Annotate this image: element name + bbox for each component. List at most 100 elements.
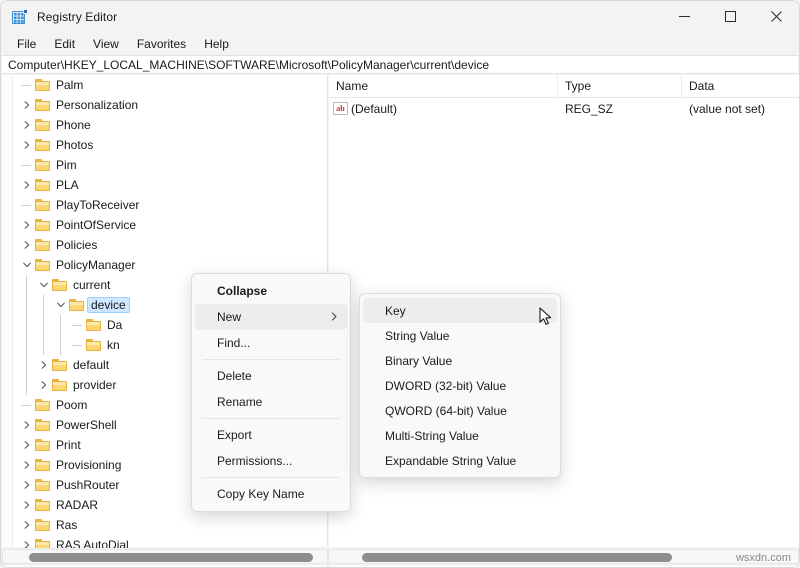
close-icon[interactable] xyxy=(753,1,799,32)
submenu-item-dword-32-bit-value[interactable]: DWORD (32-bit) Value xyxy=(363,373,557,398)
tree-item-phone[interactable]: Phone xyxy=(13,115,327,135)
chevron-right-icon[interactable] xyxy=(19,215,35,235)
values-horizontal-scrollbar[interactable] xyxy=(328,549,799,564)
tree-item-label: PLA xyxy=(56,178,79,192)
tree-item-label: PointOfService xyxy=(56,218,137,232)
context-menu-item-rename[interactable]: Rename xyxy=(195,389,347,415)
context-menu-item-delete[interactable]: Delete xyxy=(195,363,347,389)
chevron-down-icon[interactable] xyxy=(36,275,52,295)
chevron-right-icon[interactable] xyxy=(19,235,35,255)
folder-icon xyxy=(35,418,51,432)
submenu-item-string-value[interactable]: String Value xyxy=(363,323,557,348)
chevron-right-icon[interactable] xyxy=(19,415,35,435)
folder-icon xyxy=(35,98,51,112)
chevron-right-icon[interactable] xyxy=(36,375,52,395)
maximize-icon[interactable] xyxy=(707,1,753,32)
chevron-right-icon[interactable] xyxy=(19,475,35,495)
menu-item-favorites[interactable]: Favorites xyxy=(128,35,195,53)
registry-icon xyxy=(12,8,28,25)
tree-item-label: PolicyManager xyxy=(56,258,136,272)
tree-item-label: provider xyxy=(73,378,117,392)
tree-item-label: Print xyxy=(56,438,81,452)
chevron-right-icon[interactable] xyxy=(19,435,35,455)
chevron-right-icon[interactable] xyxy=(19,495,35,515)
context-menu-separator xyxy=(202,418,340,419)
watermark: wsxdn.com xyxy=(735,552,791,564)
tree-item-label: Da xyxy=(107,318,123,332)
menu-item-file[interactable]: File xyxy=(8,35,45,53)
chevron-right-icon[interactable] xyxy=(19,135,35,155)
tree-item-label: Palm xyxy=(56,78,84,92)
chevron-right-icon[interactable] xyxy=(19,515,35,535)
tree-item-pointofservice[interactable]: PointOfService xyxy=(13,215,327,235)
menu-item-view[interactable]: View xyxy=(84,35,128,53)
context-menu-item-label: Find... xyxy=(217,336,251,350)
tree-guide-line xyxy=(26,335,27,355)
menu-item-edit[interactable]: Edit xyxy=(45,35,84,53)
tree-guide-line xyxy=(60,335,61,355)
tree-item-policies[interactable]: Policies xyxy=(13,235,327,255)
tree-horizontal-scrollbar[interactable] xyxy=(2,549,328,564)
context-menu-item-collapse[interactable]: Collapse xyxy=(195,278,347,304)
tree-guide-line xyxy=(26,295,27,315)
column-header-type[interactable]: Type xyxy=(558,75,682,97)
tree-item-policymanager[interactable]: PolicyManager xyxy=(13,255,327,275)
menu-item-help[interactable]: Help xyxy=(195,35,238,53)
context-menu-item-export[interactable]: Export xyxy=(195,422,347,448)
context-menu: Collapse New Find... Delete Rename Export Perm… xyxy=(191,273,351,512)
folder-icon xyxy=(35,158,51,172)
tree-item-ras[interactable]: Ras xyxy=(13,515,327,535)
new-submenu: Key String Value Binary Value DWORD (32-bit… xyxy=(359,293,561,478)
folder-icon xyxy=(52,358,68,372)
address-bar[interactable]: Computer\HKEY_LOCAL_MACHINE\SOFTWARE\Mic… xyxy=(2,55,798,74)
submenu-item-key[interactable]: Key xyxy=(363,298,557,323)
tree-vertical-scrollbar[interactable] xyxy=(2,75,13,548)
chevron-right-icon[interactable] xyxy=(19,455,35,475)
submenu-item-multi-string-value[interactable]: Multi-String Value xyxy=(363,423,557,448)
tree-guide-line xyxy=(26,275,27,295)
context-menu-item-label: New xyxy=(217,310,242,324)
address-path: Computer\HKEY_LOCAL_MACHINE\SOFTWARE\Mic… xyxy=(8,57,490,72)
tree-item-pla[interactable]: PLA xyxy=(13,175,327,195)
tree-guide-line xyxy=(26,375,27,395)
column-header-name[interactable]: Name xyxy=(329,75,558,97)
submenu-item-binary-value[interactable]: Binary Value xyxy=(363,348,557,373)
tree-item-palm[interactable]: Palm xyxy=(13,75,327,95)
chevron-right-icon[interactable] xyxy=(19,95,35,115)
value-name-label: (Default) xyxy=(351,101,398,116)
tree-horizontal-scroll-thumb[interactable] xyxy=(29,553,313,562)
tree-item-label: Phone xyxy=(56,118,91,132)
context-menu-item-find[interactable]: Find... xyxy=(195,330,347,356)
minimize-icon[interactable] xyxy=(661,1,707,32)
chevron-right-icon[interactable] xyxy=(19,535,35,548)
column-header-data[interactable]: Data xyxy=(682,75,799,97)
folder-icon xyxy=(35,518,51,532)
tree-item-personalization[interactable]: Personalization xyxy=(13,95,327,115)
tree-item-pim[interactable]: Pim xyxy=(13,155,327,175)
folder-icon xyxy=(35,178,51,192)
chevron-down-icon[interactable] xyxy=(53,295,69,315)
folder-icon xyxy=(35,258,51,272)
tree-guide-line xyxy=(26,315,27,335)
tree-item-label: RAS AutoDial xyxy=(56,538,129,548)
context-menu-item-permissions[interactable]: Permissions... xyxy=(195,448,347,474)
folder-icon xyxy=(86,318,102,332)
tree-item-label: device xyxy=(87,297,130,313)
context-menu-item-new[interactable]: New xyxy=(195,304,347,330)
value-data-cell: (value not set) xyxy=(689,101,766,116)
tree-item-playtoreceiver[interactable]: PlayToReceiver xyxy=(13,195,327,215)
value-row[interactable]: ab (Default) REG_SZ (value not set) xyxy=(329,98,799,119)
submenu-item-qword-64-bit-value[interactable]: QWORD (64-bit) Value xyxy=(363,398,557,423)
tree-item-photos[interactable]: Photos xyxy=(13,135,327,155)
values-horizontal-scroll-thumb[interactable] xyxy=(362,553,672,562)
chevron-right-icon[interactable] xyxy=(19,175,35,195)
chevron-right-icon[interactable] xyxy=(19,115,35,135)
tree-item-label: Ras xyxy=(56,518,78,532)
chevron-right-icon[interactable] xyxy=(36,355,52,375)
tree-item-label: Policies xyxy=(56,238,98,252)
folder-icon xyxy=(35,438,51,452)
submenu-item-expandable-string-value[interactable]: Expandable String Value xyxy=(363,448,557,473)
chevron-down-icon[interactable] xyxy=(19,255,35,275)
context-menu-item-copy-key-name[interactable]: Copy Key Name xyxy=(195,481,347,507)
chevron-right-icon xyxy=(331,310,338,324)
